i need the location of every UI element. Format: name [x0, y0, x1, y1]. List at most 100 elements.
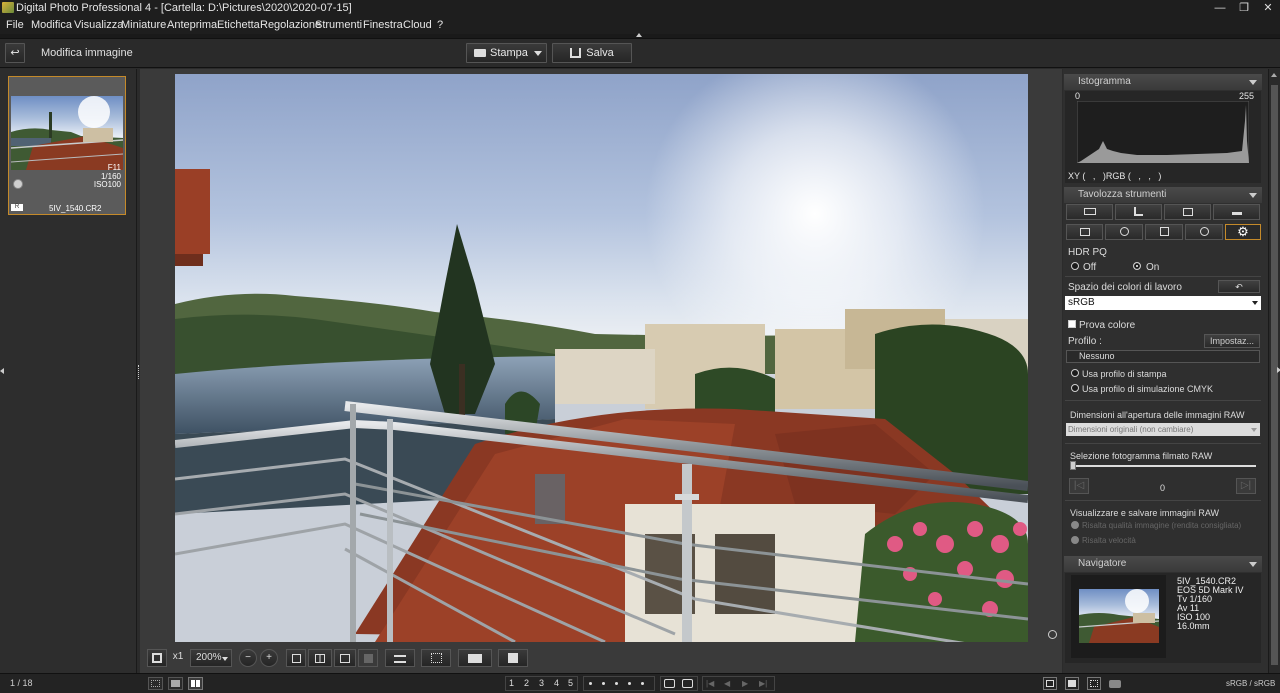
thumbnail-grid-view-button[interactable] [148, 677, 163, 690]
navigator-frame[interactable] [1071, 575, 1166, 658]
left-collapse-icon[interactable] [0, 368, 4, 374]
rating-2-button[interactable]: 2 [524, 677, 529, 690]
rotate-left-icon[interactable] [664, 679, 675, 688]
layout-full-button[interactable] [1087, 677, 1101, 690]
tool-tab-stamp[interactable] [1213, 204, 1260, 220]
hdr-on-radio[interactable] [1133, 262, 1141, 270]
info-button[interactable] [498, 649, 528, 667]
label-dot-4[interactable] [628, 682, 631, 685]
layout-split-button[interactable] [1065, 677, 1079, 690]
raw-frame-slider-thumb[interactable] [1070, 461, 1076, 470]
tool-palette-header[interactable]: Tavolozza strumenti [1064, 187, 1262, 203]
menu-strumenti[interactable]: Strumenti [315, 16, 362, 34]
tool-tab-detail[interactable] [1105, 224, 1143, 240]
undo-icon: ↶ [1235, 282, 1243, 292]
thumb-check-icon[interactable] [13, 179, 23, 189]
thumbnail-card[interactable]: F11 1/160 ISO100 R 5IV_1540.CR2 [8, 76, 126, 215]
right-panel-scrollbar[interactable] [1268, 69, 1280, 673]
histogram-header[interactable]: Istogramma [1064, 74, 1262, 90]
menu-help[interactable]: ? [437, 16, 443, 34]
label-dot-2[interactable] [602, 682, 605, 685]
menu-miniature[interactable]: Miniature [121, 16, 166, 34]
rotate-group [660, 676, 698, 691]
divider [1065, 443, 1261, 444]
chevron-down-icon[interactable] [534, 51, 542, 56]
color-mode-button[interactable] [458, 649, 492, 667]
main-photo[interactable] [175, 74, 1028, 642]
menu-modifica[interactable]: Modifica [31, 16, 72, 34]
menu-visualizza[interactable]: Visualizza [74, 16, 123, 34]
hdr-off-radio[interactable] [1071, 262, 1079, 270]
tool-tab-picture-style[interactable] [1066, 224, 1103, 240]
grid-icon [315, 654, 325, 663]
menu-anteprima[interactable]: Anteprima [167, 16, 217, 34]
profile-select[interactable]: Nessuno [1066, 350, 1260, 363]
rotate-right-icon[interactable] [682, 679, 693, 688]
fit-to-window-button[interactable] [147, 649, 167, 667]
zoom-out-button[interactable]: − [239, 649, 257, 667]
menu-regolazione[interactable]: Regolazione [260, 16, 321, 34]
grid-button[interactable] [308, 649, 332, 667]
thumbnail-list-view-button[interactable] [168, 677, 183, 690]
zoom-in-button[interactable]: + [260, 649, 278, 667]
menu-cloud[interactable]: Cloud [403, 16, 432, 34]
print-button[interactable]: Stampa [466, 43, 547, 63]
strip-view-icon [191, 680, 195, 687]
print-profile-label: Usa profilo di stampa [1082, 369, 1167, 379]
window-title: Digital Photo Professional 4 - [Cartella… [16, 2, 352, 14]
menu-finestra[interactable]: Finestra [363, 16, 403, 34]
save-button[interactable]: Salva [552, 43, 632, 63]
tool-tab-crop[interactable] [1115, 204, 1162, 220]
cmyk-profile-radio[interactable] [1071, 384, 1079, 392]
profile-settings-button[interactable]: Impostaz... [1204, 334, 1260, 348]
rating-5-button[interactable]: 5 [568, 677, 573, 690]
tool-tab-settings[interactable]: ⚙ [1225, 224, 1261, 240]
tool-tab-color[interactable] [1185, 224, 1223, 240]
tool-tab-lens[interactable] [1164, 204, 1211, 220]
label-dot-3[interactable] [615, 682, 618, 685]
highlight-warning-button[interactable] [421, 649, 451, 667]
profile-value: Nessuno [1079, 351, 1115, 361]
navigator-image [1079, 589, 1159, 643]
raw-open-size-select[interactable]: Dimensioni originali (non cambiare) [1066, 423, 1260, 436]
scroll-thumb[interactable] [1271, 85, 1278, 665]
skip-back-icon: |◁ [1073, 480, 1085, 491]
gear-icon: ⚙ [1237, 224, 1249, 239]
print-profile-radio[interactable] [1071, 369, 1079, 377]
layout-single-button[interactable] [1043, 677, 1057, 690]
picture-style-icon [1079, 228, 1090, 236]
soft-proof-checkbox[interactable] [1068, 320, 1076, 328]
collapse-toolbar-icon[interactable] [636, 33, 642, 37]
camera-button[interactable] [1108, 677, 1122, 690]
tool-tab-tone-curve[interactable] [1145, 224, 1183, 240]
skip-forward-icon: ▷| [1240, 480, 1252, 491]
tool-tab-basic[interactable] [1066, 204, 1113, 220]
back-button[interactable]: ↩ [5, 43, 25, 63]
af-point-button[interactable] [286, 649, 306, 667]
mode-title: Modifica immagine [41, 47, 133, 59]
label-dot-1[interactable] [589, 682, 592, 685]
list-view-button[interactable] [385, 649, 415, 667]
layout-full-icon [1090, 680, 1098, 687]
navigator-header[interactable]: Navigatore [1064, 556, 1262, 572]
compare-button[interactable] [334, 649, 356, 667]
thumbnail-strip-view-button[interactable] [188, 677, 203, 690]
soft-proof-label: Prova colore [1079, 320, 1136, 331]
raw-frame-slider-track[interactable] [1070, 465, 1256, 467]
profile-label: Profilo : [1068, 336, 1102, 347]
menu-etichetta[interactable]: Etichetta [217, 16, 260, 34]
save-icon [570, 48, 582, 59]
close-button[interactable]: ✕ [1254, 0, 1280, 16]
rating-1-button[interactable]: 1 [509, 677, 514, 690]
rating-3-button[interactable]: 3 [539, 677, 544, 690]
menu-file[interactable]: File [6, 16, 24, 34]
zoom-center-icon[interactable] [1048, 630, 1057, 639]
reset-color-space-button[interactable]: ↶ [1218, 280, 1260, 293]
label-dot-5[interactable] [641, 682, 644, 685]
color-space-select[interactable]: sRGB [1065, 296, 1261, 310]
zoom-x1-button[interactable]: x1 [168, 649, 188, 667]
scroll-up-icon[interactable] [1271, 73, 1277, 77]
raw-badge: R [11, 204, 23, 211]
zoom-select[interactable]: 200% [190, 649, 232, 667]
rating-4-button[interactable]: 4 [554, 677, 559, 690]
